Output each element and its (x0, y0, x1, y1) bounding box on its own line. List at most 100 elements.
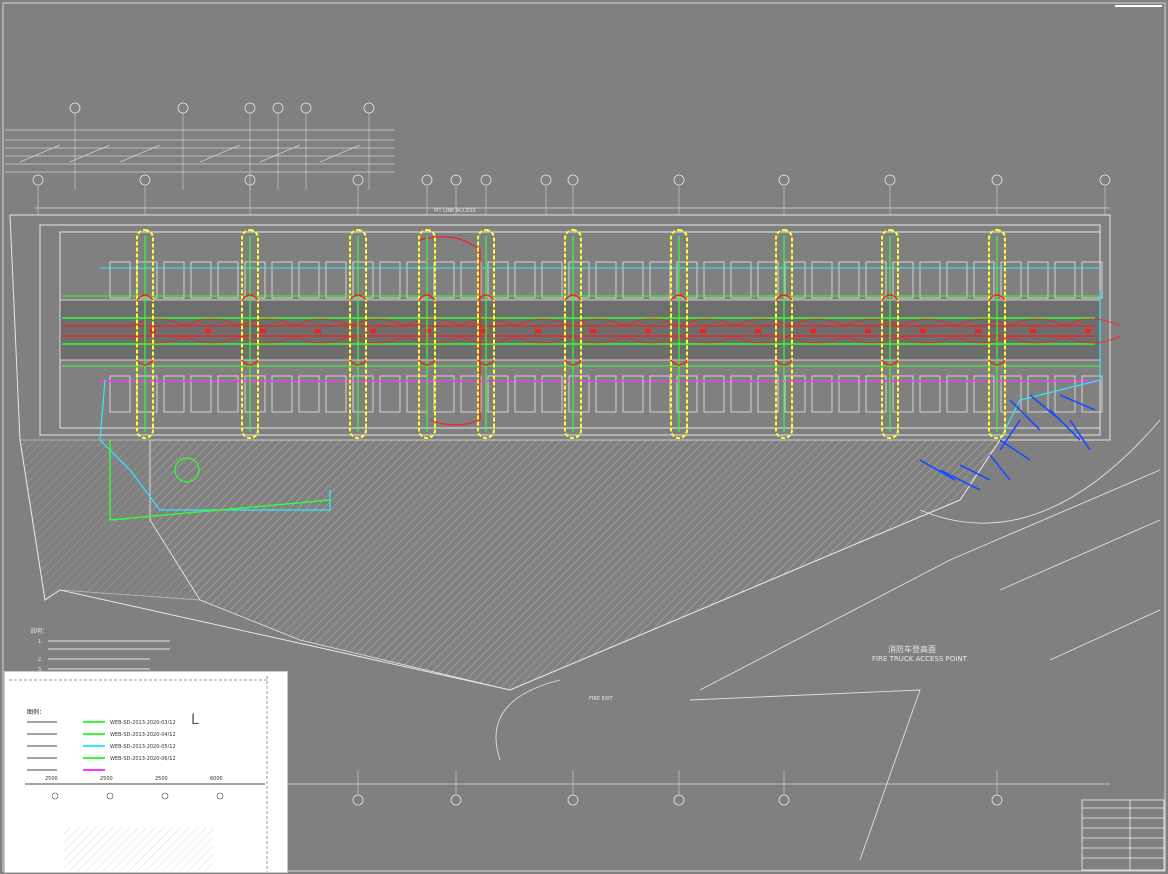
axis-grid-bottom (352, 770, 1003, 806)
axis-bubble (352, 174, 364, 186)
valve-symbol (205, 329, 211, 333)
parking-bay (1081, 261, 1103, 299)
parking-bay (622, 261, 644, 299)
valve-symbol (865, 329, 871, 333)
legend-code: WEB-SD-2013-2020-03/12 (110, 720, 176, 726)
hatched-zone (149, 439, 1001, 691)
parking-bay (541, 261, 563, 299)
note-2: 2. (38, 657, 43, 663)
fire-exit-label: FIRE EXIT (589, 696, 614, 702)
parking-bay (298, 261, 320, 299)
valve-symbol (590, 329, 596, 333)
parking-bay (568, 261, 590, 299)
parking-bay (730, 261, 752, 299)
axis-bubble (991, 794, 1003, 806)
parking-bay (325, 261, 347, 299)
axis-bubble (352, 794, 364, 806)
scale-label: 2500 (45, 776, 58, 782)
legend-panel: L 图例： WEB-SD-2013-2020-03/12 WEB-SD-2013-… (4, 671, 288, 873)
parking-bay (514, 261, 536, 299)
axis-bubble (244, 102, 256, 114)
parking-bay (919, 261, 941, 299)
scale-label: 6000 (210, 776, 223, 782)
axis-bubble (673, 174, 685, 186)
parking-bay (595, 261, 617, 299)
legend-code: WEB-SD-2013-2020-05/12 (110, 744, 176, 750)
axis-bubble (480, 174, 492, 186)
legend-content: L 图例： WEB-SD-2013-2020-03/12 WEB-SD-2013-… (5, 672, 287, 872)
legend-title: 图例： (27, 708, 45, 716)
axis-bubble (673, 794, 685, 806)
bridge-structure (5, 129, 395, 173)
axis-bubble (991, 174, 1003, 186)
parking-bay (379, 261, 401, 299)
valve-symbol (920, 329, 926, 333)
axis-bubble (450, 174, 462, 186)
pipe-blue (1059, 394, 1096, 411)
axis-bubble (567, 794, 579, 806)
notes-heading: 说明： (30, 627, 48, 635)
parking-bay (433, 261, 455, 299)
parking-bay (352, 261, 374, 299)
parking-bay (892, 261, 914, 299)
parking-bay (244, 261, 266, 299)
valve-symbol (1085, 329, 1091, 333)
axis-bubble (1099, 174, 1111, 186)
parking-bay (649, 261, 671, 299)
axis-bubble (884, 174, 896, 186)
valve-symbol (810, 329, 816, 333)
parking-bay (973, 261, 995, 299)
pipe-blue (989, 454, 1011, 481)
parking-bay (703, 261, 725, 299)
axis-bubble (300, 102, 312, 114)
axis-bubble (778, 174, 790, 186)
axis-bubble (363, 102, 375, 114)
svg-text:L: L (191, 712, 199, 728)
scale-label: 2500 (100, 776, 113, 782)
valve-symbol (755, 329, 761, 333)
pipe-blue (1009, 399, 1041, 431)
valve-symbol (700, 329, 706, 333)
fire-truck-label-en: FIRE TRUCK ACCESS POINT (872, 655, 968, 663)
valve-symbol (535, 329, 541, 333)
legend-code: WEB-SD-2013-2020-04/12 (110, 732, 176, 738)
valve-symbol (1030, 329, 1036, 333)
valve-symbol (370, 329, 376, 333)
axis-bubble (139, 174, 151, 186)
parking-bay (946, 261, 968, 299)
parking-bay (811, 261, 833, 299)
parking-bay (838, 261, 860, 299)
axis-bubble (69, 102, 81, 114)
valve-symbol (975, 329, 981, 333)
valve-symbol (425, 329, 431, 333)
note-1: 1. (38, 639, 43, 645)
axis-bubble (567, 174, 579, 186)
parking-bay (190, 261, 212, 299)
parking-bay (1054, 261, 1076, 299)
axis-bubble (421, 174, 433, 186)
scale-label: 2500 (155, 776, 168, 782)
axis-grid-top (32, 102, 1111, 215)
valve-symbol (645, 329, 651, 333)
valve-symbol (315, 329, 321, 333)
parking-bay (271, 261, 293, 299)
parking-bay (784, 261, 806, 299)
parking-bay (487, 261, 509, 299)
parking-bay (1027, 261, 1049, 299)
title-block (1081, 799, 1165, 871)
axis-bubble (272, 102, 284, 114)
cad-viewport[interactable]: 消防车登高面 FIRE TRUCK ACCESS POINT FIRE EXIT… (0, 0, 1168, 874)
parking-bay (163, 261, 185, 299)
valve-symbol (260, 329, 266, 333)
fire-truck-label-cn: 消防车登高面 (888, 644, 936, 654)
axis-bubble (450, 794, 462, 806)
axis-bubble (540, 174, 552, 186)
parking-bay (217, 261, 239, 299)
axis-bubble (177, 102, 189, 114)
axis-bubble (778, 794, 790, 806)
axis-bubble (32, 174, 44, 186)
parking-bay (109, 261, 131, 299)
pit-line-label: PIT LINE ACCESS (434, 208, 476, 214)
parking-bay (406, 261, 428, 299)
legend-code: WEB-SD-2013-2020-06/12 (110, 756, 176, 762)
